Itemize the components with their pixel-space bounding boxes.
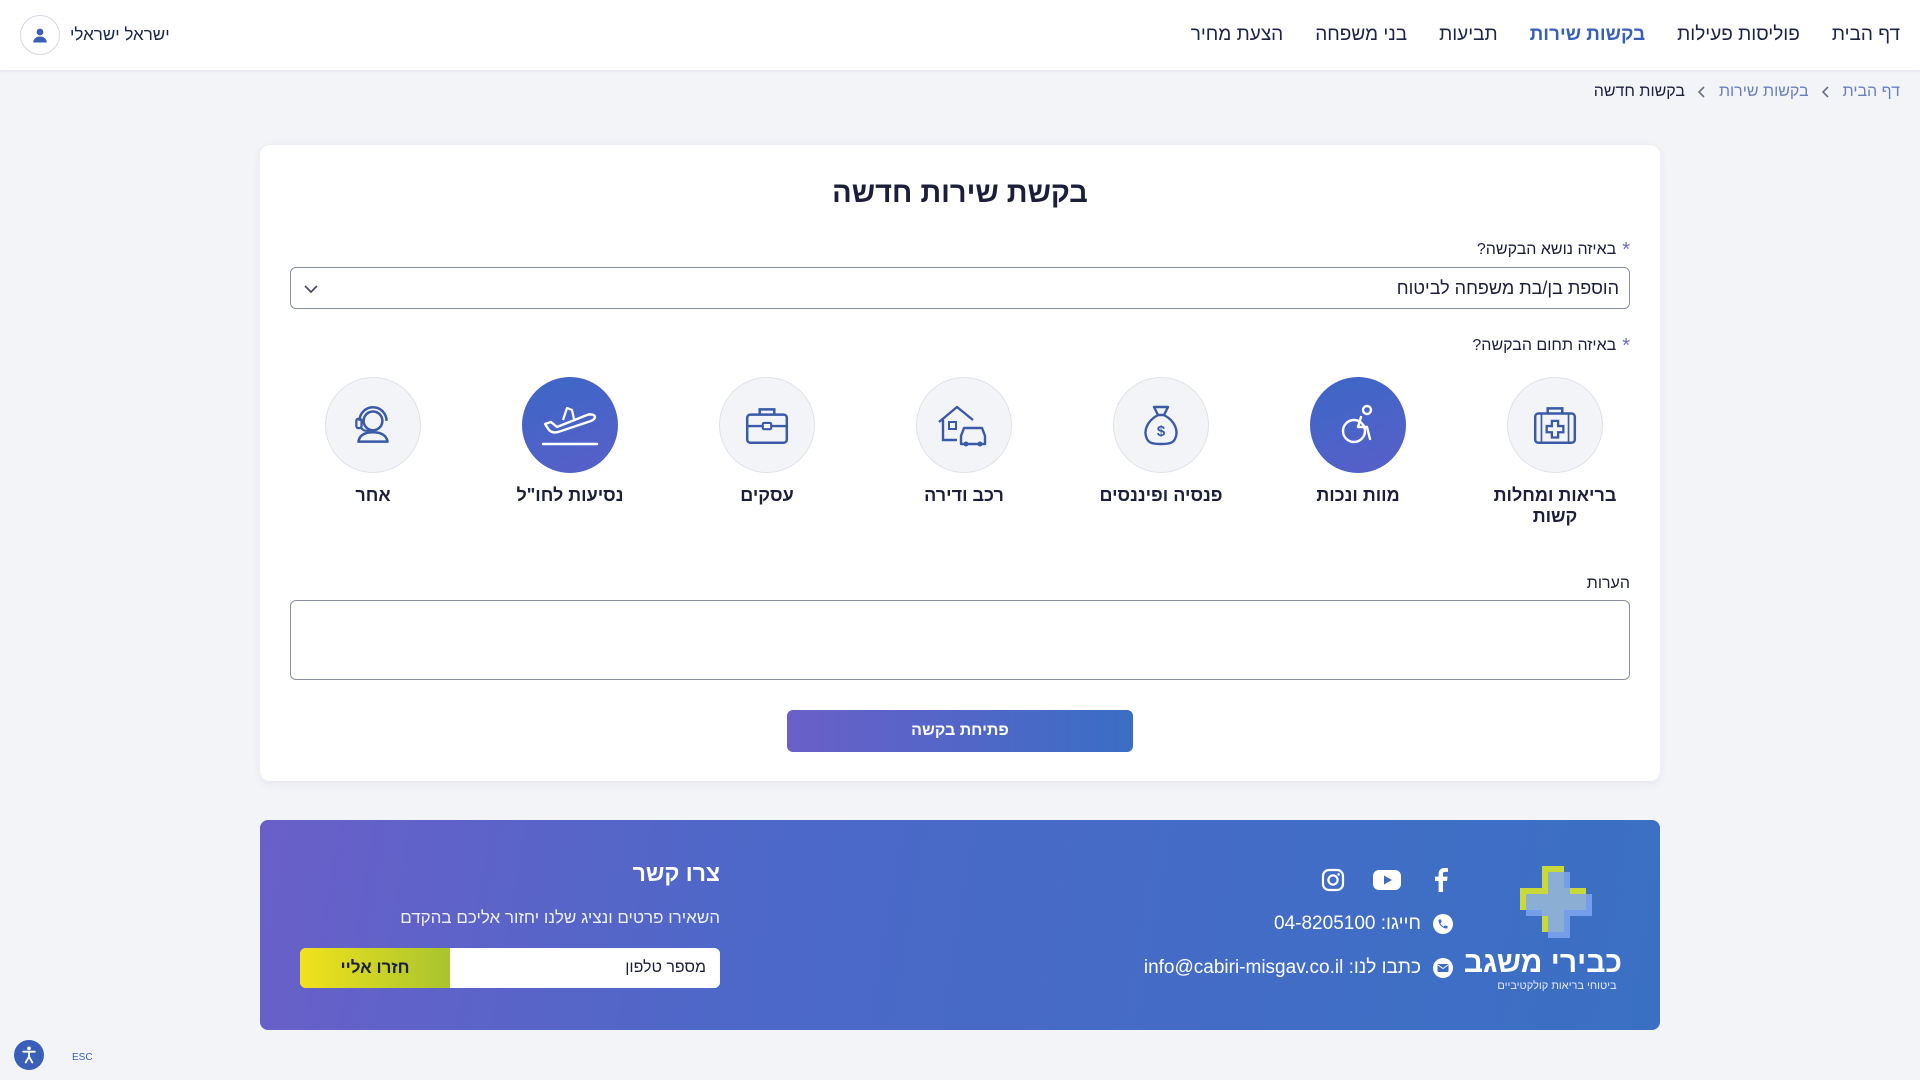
footer: כבירי משגב ביטוחי בריאות קולקטיביים חייג… — [260, 820, 1660, 1030]
subject-label-text: באיזה נושא הבקשה? — [1476, 241, 1617, 258]
category-picker: בריאות ומחלות קשות מוות ונכות $ פנסיה ופ… — [290, 377, 1630, 527]
nav-item-service-requests[interactable]: בקשות שירות — [1530, 24, 1646, 46]
airplane-icon — [541, 406, 599, 446]
domain-label-text: באיזה תחום הבקשה? — [1472, 337, 1617, 354]
logo-tagline: ביטוחי בריאות קולקטיביים — [1497, 980, 1617, 992]
accessibility-icon[interactable] — [14, 1040, 44, 1070]
support-agent-icon — [355, 406, 389, 443]
page-title: בקשת שירות חדשה — [832, 177, 1088, 209]
category-business-circle — [719, 377, 815, 473]
category-death-disability[interactable]: מוות ונכות — [1283, 377, 1433, 506]
nav-item-family-members[interactable]: בני משפחה — [1315, 24, 1407, 46]
svg-text:$: $ — [1157, 423, 1166, 440]
user-name: ישראל ישראלי — [70, 25, 170, 44]
callback-form: חזרו אליי — [300, 948, 720, 988]
category-car-home[interactable]: רכב ודירה — [889, 377, 1039, 506]
nav-item-active-policies[interactable]: פוליסות פעילות — [1677, 24, 1800, 46]
contact-subtitle: השאירו פרטים ונציג שלנו יחזור אליכם בהקד… — [400, 908, 720, 927]
category-label: בריאות ומחלות קשות — [1493, 485, 1617, 526]
phone-number-input[interactable] — [450, 948, 720, 988]
subject-select[interactable]: הוספת בן/בת משפחה לביטוח — [290, 267, 1630, 309]
chevron-left-icon — [1697, 85, 1707, 99]
subject-select-value: הוספת בן/בת משפחה לביטוח — [1396, 278, 1619, 298]
category-label: פנסיה ופיננסים — [1099, 485, 1223, 505]
facebook-icon[interactable] — [1427, 866, 1455, 894]
briefcase-icon — [745, 408, 789, 444]
first-aid-kit-icon — [1533, 407, 1577, 444]
email-text: כתבו לנו: info@cabiri-misgav.co.il — [1143, 957, 1421, 978]
callback-button[interactable]: חזרו אליי — [300, 948, 450, 988]
breadcrumb-service-requests[interactable]: בקשות שירות — [1719, 83, 1809, 101]
category-travel-abroad-circle — [522, 377, 618, 473]
envelope-icon — [1433, 958, 1453, 978]
category-death-disability-circle — [1310, 377, 1406, 473]
domain-label: * באיזה תחום הבקשה? — [1472, 335, 1630, 357]
chevron-left-icon — [1821, 85, 1831, 99]
wheelchair-icon — [1341, 404, 1373, 444]
youtube-icon[interactable] — [1373, 866, 1401, 894]
service-request-card: בקשת שירות חדשה * באיזה נושא הבקשה? הוספ… — [260, 145, 1660, 781]
user-menu[interactable]: ישראל ישראלי — [20, 15, 170, 55]
esc-hint: ESC — [72, 1052, 93, 1063]
category-pension-circle: $ — [1113, 377, 1209, 473]
main-nav: דף הבית פוליסות פעילות בקשות שירות תביעו… — [1191, 0, 1900, 70]
category-other[interactable]: אחר — [298, 377, 448, 506]
category-pension[interactable]: $ פנסיה ופיננסים — [1086, 377, 1236, 506]
nav-item-price-quote[interactable]: הצעת מחיר — [1191, 24, 1284, 46]
notes-label: הערות — [1587, 575, 1630, 593]
logo-name: כבירי משגב — [1463, 946, 1622, 979]
notes-label-text: הערות — [1586, 575, 1630, 592]
chevron-down-icon — [303, 281, 319, 299]
breadcrumb-home[interactable]: דף הבית — [1843, 83, 1900, 101]
subject-label: * באיזה נושא הבקשה? — [1476, 239, 1630, 261]
nav-item-home[interactable]: דף הבית — [1832, 24, 1900, 46]
brand-logo[interactable]: כבירי משגב ביטוחי בריאות קולקטיביים — [1463, 860, 1622, 992]
category-business[interactable]: עסקים — [692, 377, 842, 506]
phone-contact[interactable]: חייגו: 04-8205100 — [1274, 913, 1453, 935]
money-bag-icon: $ — [1144, 405, 1178, 446]
breadcrumb: דף הבית בקשות שירות בקשות חדשה — [1594, 80, 1900, 104]
open-request-button[interactable]: פתיחת בקשה — [787, 710, 1133, 752]
email-contact[interactable]: כתבו לנו: info@cabiri-misgav.co.il — [1144, 957, 1453, 979]
required-mark: * — [1622, 335, 1630, 357]
category-health[interactable]: בריאות ומחלות קשות — [1480, 377, 1630, 527]
breadcrumb-current: בקשות חדשה — [1593, 83, 1685, 100]
category-label: רכב ודירה — [924, 485, 1004, 505]
logo-cross-icon — [1520, 866, 1592, 938]
category-travel-abroad[interactable]: נסיעות לחו"ל — [495, 377, 645, 506]
social-links — [1319, 866, 1455, 894]
category-health-circle — [1507, 377, 1603, 473]
top-navbar: דף הבית פוליסות פעילות בקשות שירות תביעו… — [0, 0, 1920, 70]
phone-icon — [1433, 914, 1453, 934]
category-label: מוות ונכות — [1316, 485, 1400, 505]
user-avatar-icon — [20, 15, 60, 55]
category-label: עסקים — [740, 485, 794, 505]
notes-textarea[interactable] — [290, 600, 1630, 680]
instagram-icon[interactable] — [1319, 866, 1347, 894]
required-mark: * — [1622, 239, 1630, 261]
house-car-icon — [938, 405, 987, 447]
category-other-circle — [325, 377, 421, 473]
category-label: אחר — [355, 485, 391, 505]
category-car-home-circle — [916, 377, 1012, 473]
nav-item-claims[interactable]: תביעות — [1439, 24, 1498, 46]
category-label: נסיעות לחו"ל — [516, 485, 624, 505]
contact-title: צרו קשר — [632, 860, 720, 886]
phone-text: חייגו: 04-8205100 — [1274, 913, 1421, 934]
